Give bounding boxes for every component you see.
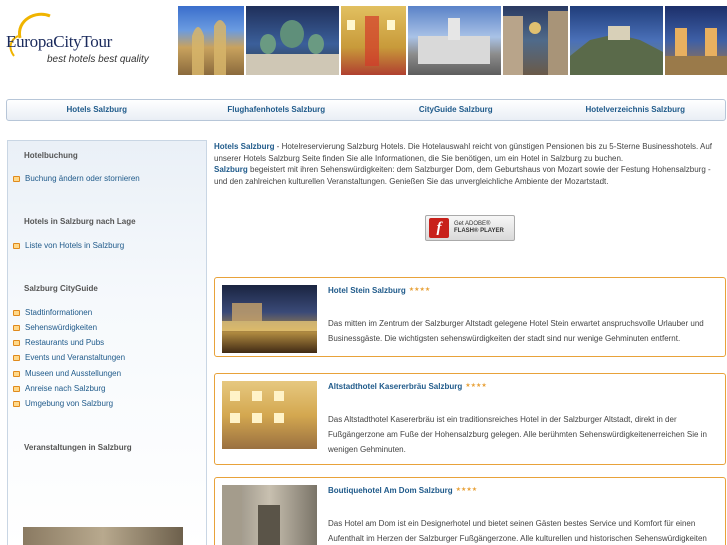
header-photo-strip — [178, 6, 727, 75]
get-flash-player-button[interactable]: f Get ADOBE® FLASH® PLAYER — [425, 215, 515, 241]
festung-hohensalzburg-photo — [570, 6, 663, 75]
salzburg-churches-photo — [178, 6, 244, 75]
intro-paragraph-1: - Hotelreservierung Salzburg Hotels. Die… — [214, 142, 713, 163]
sidebar-item-sehenswuerdigkeiten[interactable]: Sehenswürdigkeiten — [13, 323, 97, 332]
getreidegasse-photo — [503, 6, 568, 75]
star-rating: ★★★★ — [465, 383, 487, 389]
sidebar-item-label: Umgebung von Salzburg — [25, 399, 114, 408]
logo-tagline: best hotels best quality — [47, 54, 149, 65]
intro-paragraph-2: begeistert mit ihren Sehenswürdigkeiten:… — [214, 165, 711, 186]
bullet-icon — [13, 370, 20, 377]
hotel-name-text: Boutiquehotel Am Dom Salzburg — [328, 486, 453, 495]
sidebar-item-museen[interactable]: Museen und Ausstellungen — [13, 369, 121, 378]
intro-text: Hotels Salzburg - Hotelreservierung Salz… — [214, 141, 726, 187]
nav-cityguide-salzburg[interactable]: CityGuide Salzburg — [366, 100, 546, 120]
hotel-name-text: Hotel Stein Salzburg — [328, 286, 406, 295]
sidebar-item-label: Sehenswürdigkeiten — [25, 323, 98, 332]
hotel-name-link[interactable]: Boutiquehotel Am Dom Salzburg ★★★★ — [328, 486, 477, 495]
nav-flughafenhotels-salzburg[interactable]: Flughafenhotels Salzburg — [187, 100, 367, 120]
sidebar-item-events[interactable]: Events und Veranstaltungen — [13, 353, 125, 362]
bullet-icon — [13, 309, 20, 316]
intro-lead-link[interactable]: Hotels Salzburg — [214, 142, 274, 151]
hotel-name-text: Altstadthotel Kasererbräu Salzburg — [328, 382, 463, 391]
main-nav: Hotels Salzburg Flughafenhotels Salzburg… — [6, 99, 726, 121]
bullet-icon — [13, 242, 20, 249]
hotel-card-kasererbraeu: Altstadthotel Kasererbräu Salzburg ★★★★ D… — [214, 373, 726, 465]
flash-logo-icon: f — [429, 218, 449, 238]
bullet-icon — [13, 339, 20, 346]
star-rating: ★★★★ — [408, 287, 431, 293]
sidebar-heading-hotels-nach-lage: Hotels in Salzburg nach Lage — [24, 217, 136, 226]
sidebar-heading-cityguide: Salzburg CityGuide — [24, 284, 98, 293]
hotel-card-am-dom: Boutiquehotel Am Dom Salzburg ★★★★ Das Ho… — [214, 477, 726, 545]
sidebar: Hotelbuchung Buchung ändern oder stornie… — [7, 140, 207, 545]
bullet-icon — [13, 400, 20, 407]
hotel-am-dom-photo[interactable] — [222, 485, 317, 545]
hotel-card-stein: Hotel Stein Salzburg ★★★★ Das mitten im Z… — [214, 277, 726, 357]
sidebar-item-umgebung[interactable]: Umgebung von Salzburg — [13, 399, 113, 408]
nav-hotels-salzburg[interactable]: Hotels Salzburg — [7, 100, 187, 120]
bullet-icon — [13, 175, 20, 182]
sidebar-item-label: Museen und Ausstellungen — [25, 369, 122, 378]
bullet-icon — [13, 354, 20, 361]
sidebar-item-anreise[interactable]: Anreise nach Salzburg — [13, 384, 106, 393]
hotel-description: Das Altstadthotel Kasererbräu ist ein tr… — [328, 415, 707, 454]
sidebar-item-label: Buchung ändern oder stornieren — [25, 174, 140, 183]
flash-label: Get ADOBE® FLASH® PLAYER — [454, 221, 504, 235]
hotel-name-link[interactable]: Hotel Stein Salzburg ★★★★ — [328, 286, 430, 295]
sidebar-item-restaurants[interactable]: Restaurants und Pubs — [13, 338, 104, 347]
hotel-description: Das Hotel am Dom ist ein Designerhotel u… — [328, 519, 707, 543]
flash-label-line2: FLASH® PLAYER — [454, 228, 504, 234]
sidebar-item-buchung-aendern[interactable]: Buchung ändern oder stornieren — [13, 174, 140, 183]
sidebar-heading-hotelbuchung: Hotelbuchung — [24, 151, 78, 160]
star-rating: ★★★★ — [455, 487, 478, 493]
sidebar-item-label: Liste von Hotels in Salzburg — [25, 241, 125, 250]
hotel-name-link[interactable]: Altstadthotel Kasererbräu Salzburg ★★★★ — [328, 382, 487, 391]
salzburg-cathedral-domes-photo — [246, 6, 339, 75]
residenzplatz-photo — [408, 6, 501, 75]
sidebar-item-stadtinformationen[interactable]: Stadtinformationen — [13, 308, 92, 317]
flash-label-line1: Get ADOBE® — [454, 221, 491, 227]
sidebar-item-label: Restaurants und Pubs — [25, 338, 105, 347]
hotel-kasererbraeu-photo[interactable] — [222, 381, 317, 449]
sidebar-item-label: Events und Veranstaltungen — [25, 353, 126, 362]
bullet-icon — [13, 385, 20, 392]
bullet-icon — [13, 324, 20, 331]
hotel-description: Das mitten im Zentrum der Salzburger Alt… — [328, 319, 704, 343]
cathedral-towers-photo — [665, 6, 727, 75]
nav-hotelverzeichnis-salzburg[interactable]: Hotelverzeichnis Salzburg — [546, 100, 726, 120]
sidebar-item-liste-hotels[interactable]: Liste von Hotels in Salzburg — [13, 241, 124, 250]
sidebar-item-label: Anreise nach Salzburg — [25, 384, 106, 393]
mozart-house-photo — [341, 6, 406, 75]
event-thumbnail[interactable] — [23, 527, 183, 545]
logo-text: EuropaCityTour — [6, 32, 113, 51]
site-logo[interactable]: EuropaCityTour best hotels best quality — [6, 8, 166, 70]
sidebar-item-label: Stadtinformationen — [25, 308, 93, 317]
intro-salzburg-link[interactable]: Salzburg — [214, 165, 248, 174]
sidebar-heading-veranstaltungen: Veranstaltungen in Salzburg — [24, 443, 132, 452]
hotel-stein-photo[interactable] — [222, 285, 317, 353]
